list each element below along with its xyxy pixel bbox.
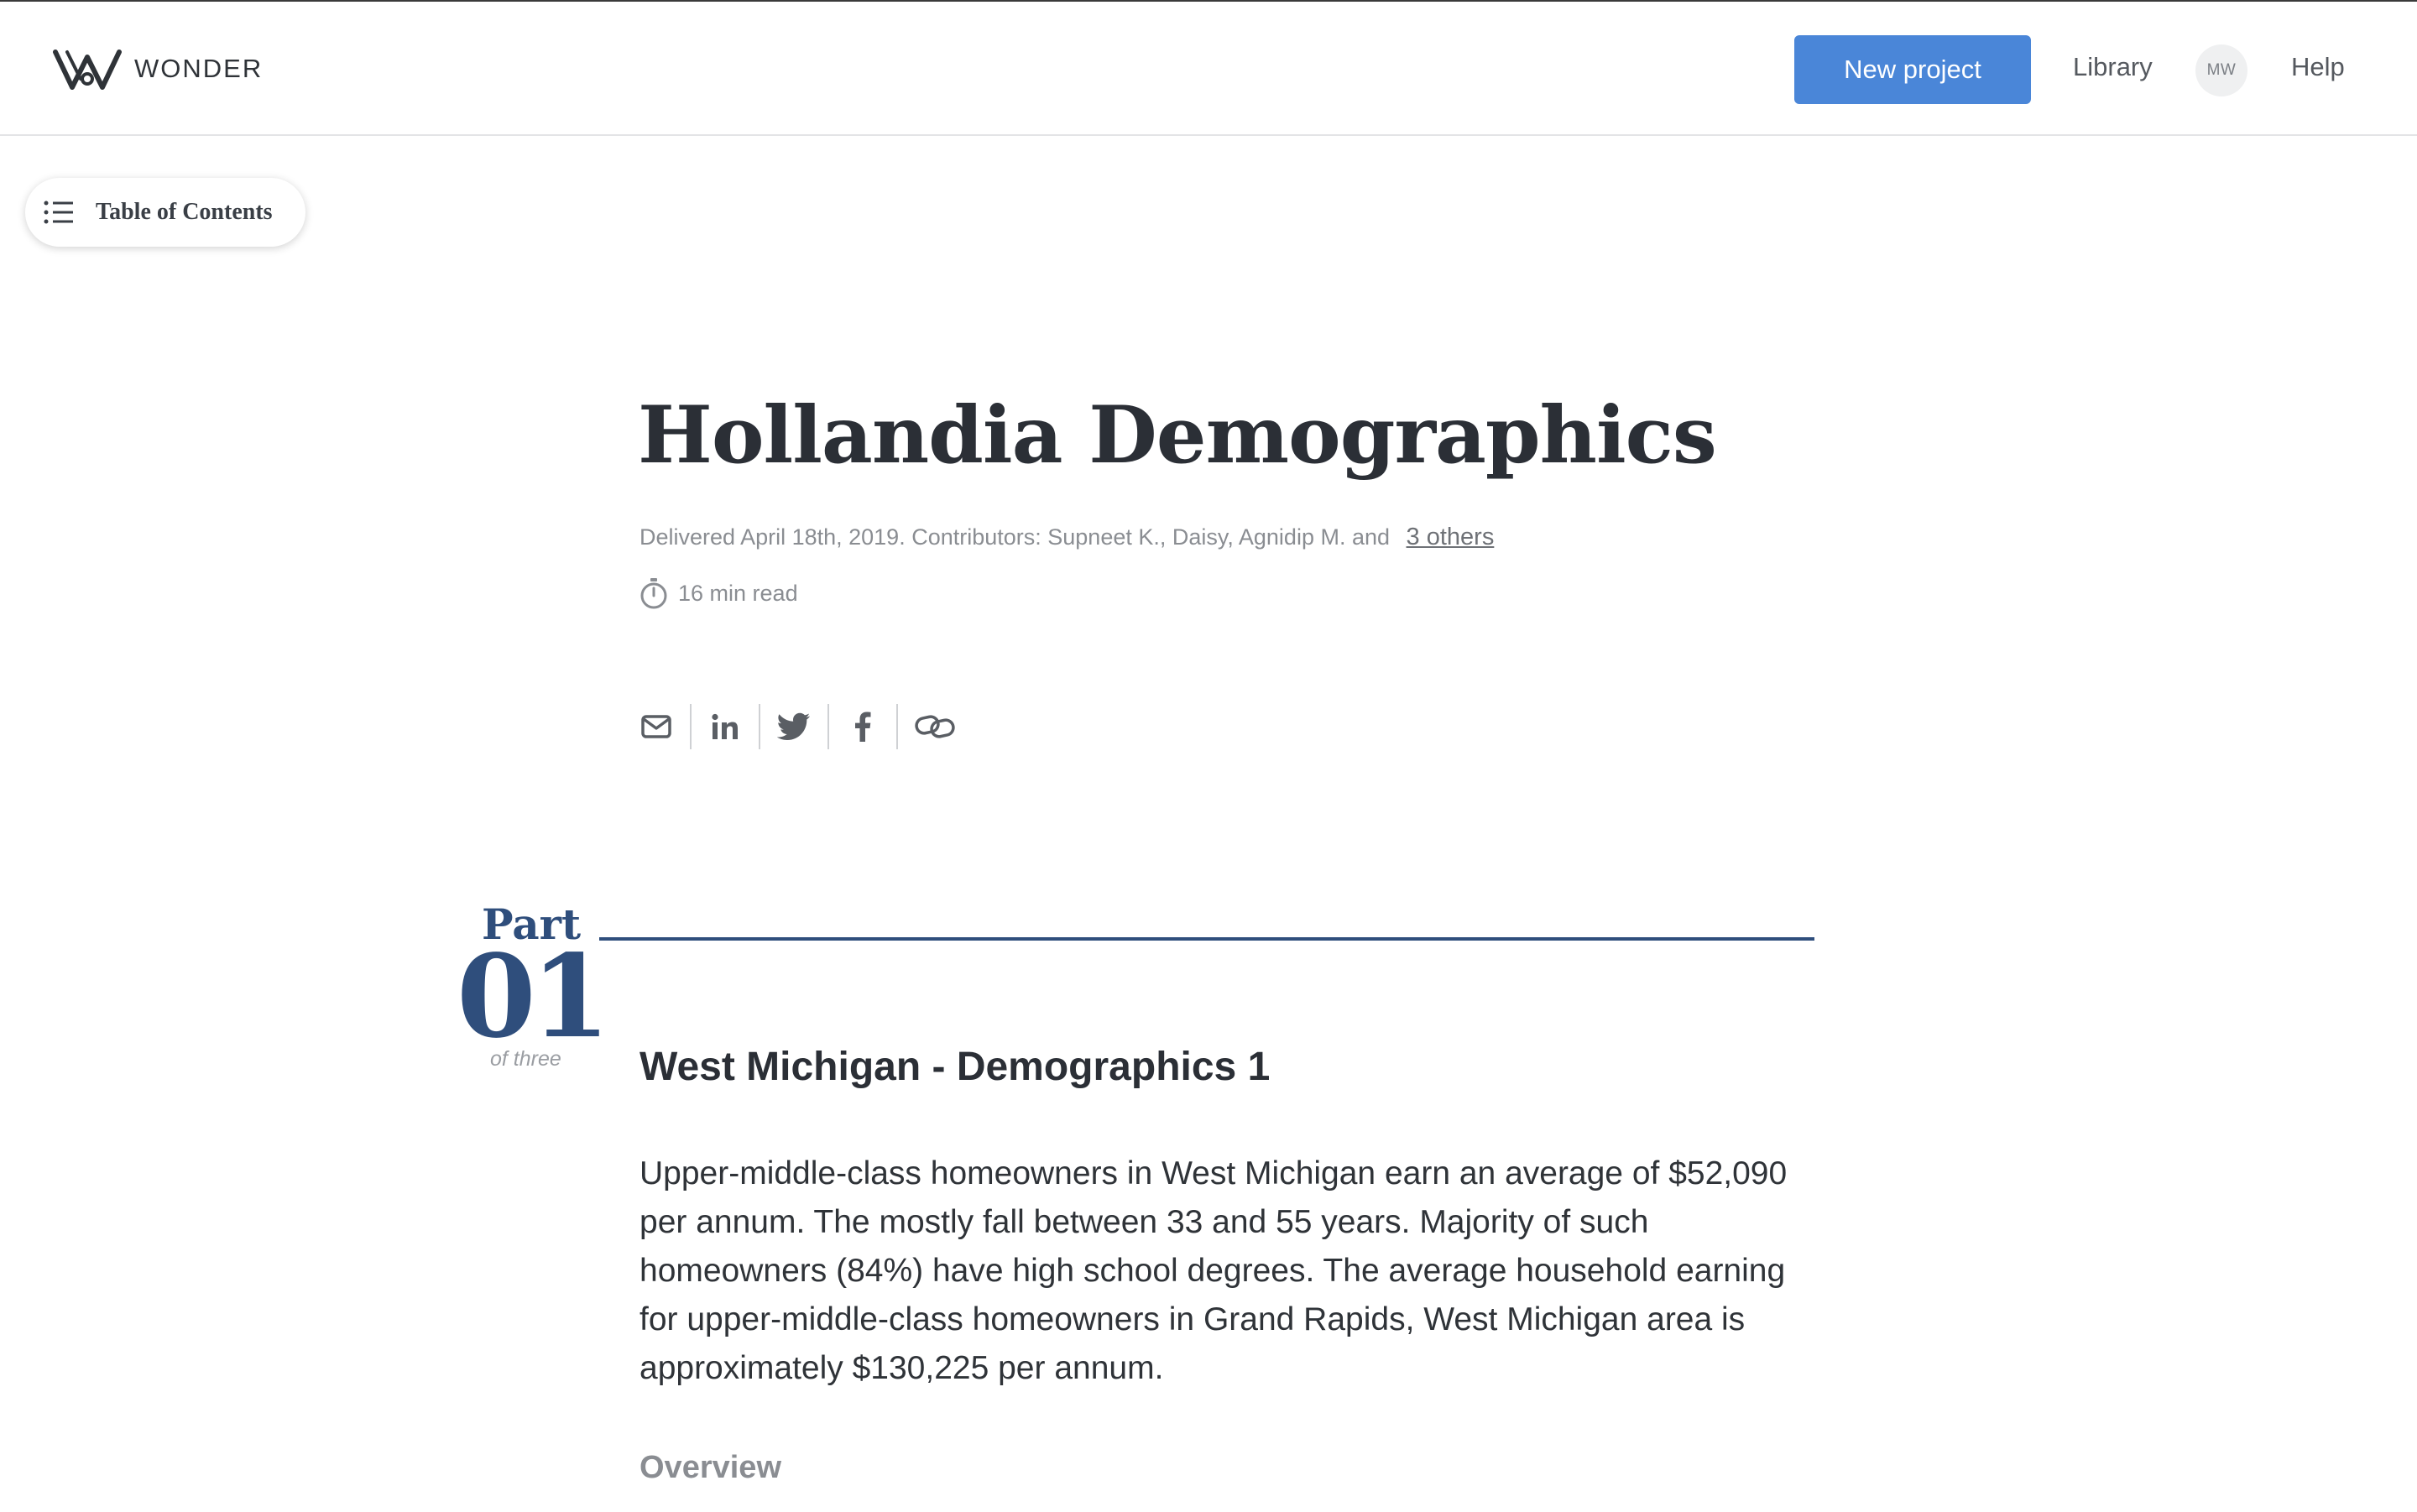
stopwatch-icon — [639, 577, 668, 609]
list-icon — [42, 196, 76, 229]
delivery-contributors-text: Delivered April 18th, 2019. Contributors… — [639, 524, 1391, 550]
read-time: 16 min read — [639, 577, 798, 609]
document-meta: Delivered April 18th, 2019. Contributors… — [639, 524, 1494, 551]
top-navigation-bar: WONDER New project Library MW Help — [0, 2, 2417, 136]
toc-label: Table of Contents — [96, 199, 273, 225]
read-time-label: 16 min read — [678, 580, 798, 606]
part-of-total: of three — [490, 1047, 561, 1071]
share-divider — [759, 704, 760, 749]
table-of-contents-button[interactable]: Table of Contents — [25, 178, 305, 247]
avatar[interactable]: MW — [2195, 44, 2247, 96]
overview-subheading: Overview — [639, 1450, 781, 1485]
wonder-logo-icon — [53, 50, 122, 90]
wonder-logo[interactable]: WONDER — [52, 45, 263, 92]
part-divider-line — [599, 937, 1814, 941]
facebook-icon[interactable] — [846, 708, 880, 745]
new-project-button[interactable]: New project — [1794, 35, 2031, 104]
share-toolbar — [639, 703, 955, 750]
share-divider — [896, 704, 898, 749]
other-contributors-link[interactable]: 3 others — [1407, 524, 1495, 550]
section-heading: West Michigan - Demographics 1 — [639, 1045, 1271, 1089]
section-paragraph: Upper-middle-class homeowners in West Mi… — [639, 1155, 1788, 1386]
twitter-icon[interactable] — [777, 708, 811, 745]
link-icon[interactable] — [915, 708, 955, 745]
linkedin-icon[interactable] — [708, 708, 742, 745]
share-divider — [827, 704, 829, 749]
share-divider — [690, 704, 692, 749]
help-link[interactable]: Help — [2291, 52, 2345, 82]
logo-text: WONDER — [134, 54, 264, 83]
library-link[interactable]: Library — [2073, 52, 2153, 82]
document-title: Hollandia Demographics — [638, 389, 1717, 482]
part-number: 01 — [457, 930, 610, 1064]
email-icon[interactable] — [639, 708, 673, 745]
